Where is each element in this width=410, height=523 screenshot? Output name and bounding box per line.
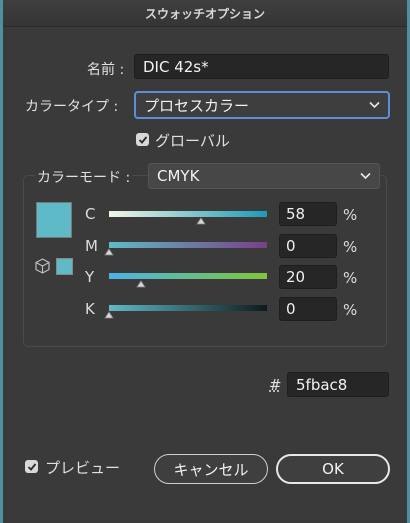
black-slider-track[interactable] bbox=[109, 305, 267, 311]
yellow-slider-track[interactable] bbox=[109, 273, 267, 279]
yellow-label: Y bbox=[85, 268, 95, 286]
black-value-field[interactable]: 0 bbox=[279, 297, 337, 321]
global-checkbox[interactable] bbox=[136, 133, 149, 146]
ok-button[interactable]: OK bbox=[276, 454, 390, 484]
cyan-slider-thumb[interactable] bbox=[195, 217, 206, 225]
color-swatch-preview bbox=[36, 202, 72, 238]
preview-label: プレビュー bbox=[45, 459, 121, 477]
gamut-swatch[interactable] bbox=[56, 258, 73, 275]
swatch-options-dialog: スウォッチオプション 名前 : DIC 42s* カラータイプ : プロセスカラ… bbox=[0, 0, 410, 523]
yellow-slider-thumb[interactable] bbox=[135, 280, 146, 288]
black-slider-thumb[interactable] bbox=[104, 311, 114, 319]
cyan-slider-track[interactable] bbox=[109, 211, 267, 217]
chevron-down-icon bbox=[360, 172, 371, 180]
magenta-slider-thumb[interactable] bbox=[104, 248, 114, 256]
yellow-value-field[interactable]: 20 bbox=[279, 265, 337, 289]
window-title: スウォッチオプション bbox=[3, 0, 407, 27]
checkmark-icon bbox=[138, 135, 147, 144]
cyan-value-field[interactable]: 58 bbox=[279, 202, 337, 226]
color-mode-label: カラーモード : bbox=[35, 167, 133, 187]
color-mode-select[interactable]: CMYK bbox=[148, 163, 380, 189]
name-label: 名前 : bbox=[87, 62, 125, 78]
color-type-label: カラータイプ : bbox=[25, 99, 119, 115]
chevron-down-icon bbox=[369, 101, 380, 109]
color-mode-value: CMYK bbox=[157, 167, 200, 185]
checkmark-icon bbox=[27, 462, 36, 471]
cancel-button[interactable]: キャンセル bbox=[154, 454, 268, 484]
yellow-percent-label: % bbox=[343, 269, 358, 287]
black-label: K bbox=[85, 300, 95, 318]
color-mode-group bbox=[23, 175, 387, 347]
hex-field[interactable]: 5fbac8 bbox=[287, 372, 389, 397]
magenta-percent-label: % bbox=[343, 238, 358, 256]
hex-label: # bbox=[269, 376, 282, 394]
cyan-label: C bbox=[85, 205, 96, 223]
magenta-slider-track[interactable] bbox=[109, 242, 267, 248]
global-label: グローバル bbox=[155, 132, 230, 150]
color-type-value: プロセスカラー bbox=[144, 96, 250, 115]
out-of-gamut-cube-icon[interactable] bbox=[35, 258, 50, 274]
cyan-percent-label: % bbox=[343, 206, 358, 224]
color-type-select[interactable]: プロセスカラー bbox=[134, 91, 390, 119]
black-percent-label: % bbox=[343, 301, 358, 319]
preview-checkbox[interactable] bbox=[25, 460, 38, 473]
magenta-label: M bbox=[85, 237, 98, 255]
name-field[interactable]: DIC 42s* bbox=[134, 54, 389, 79]
magenta-value-field[interactable]: 0 bbox=[279, 234, 337, 258]
